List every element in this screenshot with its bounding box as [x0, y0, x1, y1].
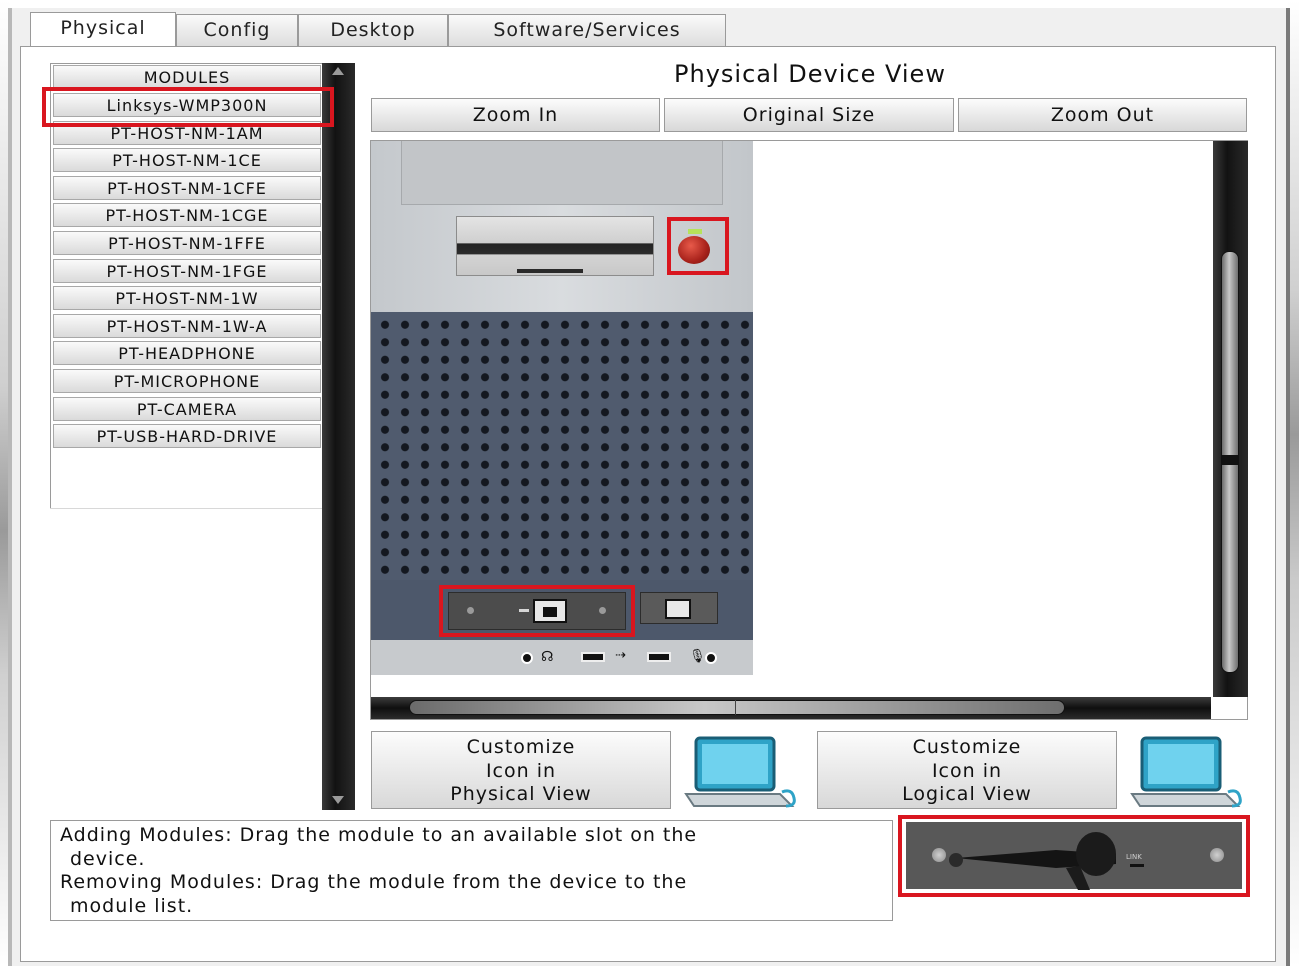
customize-physical-line3: Physical View: [450, 783, 592, 805]
module-item[interactable]: PT-HOST-NM-1W: [53, 286, 321, 311]
customize-logical-icon-button[interactable]: Customize Icon in Logical View: [817, 731, 1117, 809]
usb-port-icon: [647, 652, 671, 662]
customize-physical-line2: Icon in: [485, 759, 557, 782]
module-item[interactable]: PT-HEADPHONE: [53, 341, 321, 366]
tab-config[interactable]: Config: [176, 14, 298, 47]
microphone-icon: 🎙︎: [689, 649, 706, 664]
customize-physical-line1: Customize: [466, 736, 576, 758]
screw-icon: [1210, 848, 1224, 862]
io-strip: ☊ ⇢ 🎙︎: [371, 640, 753, 675]
ethernet-port-icon: [665, 599, 691, 619]
original-size-button[interactable]: Original Size: [664, 98, 954, 132]
tab-physical[interactable]: Physical: [30, 12, 176, 46]
usb-port-icon: [581, 652, 605, 662]
headphone-icon: ☊: [541, 649, 554, 665]
tab-software-services[interactable]: Software/Services: [448, 14, 726, 47]
module-list-empty-area: [50, 508, 322, 810]
drive-slot: [517, 269, 583, 273]
screw-icon: [932, 848, 946, 862]
logical-icon-preview-pc-icon: [1130, 734, 1248, 808]
zoom-in-button[interactable]: Zoom In: [371, 98, 660, 132]
secondary-port-slot[interactable]: [640, 592, 718, 624]
device-view-hscrollbar[interactable]: [371, 697, 1211, 719]
scroll-down-arrow-icon[interactable]: [332, 796, 344, 804]
scroll-up-arrow-icon[interactable]: [332, 67, 344, 75]
link-label: LINK: [1126, 853, 1142, 861]
module-list-scrollbar[interactable]: [322, 63, 355, 810]
hscroll-thumb[interactable]: [409, 700, 1065, 715]
help-line-adding: Adding Modules: Drag the module to an av…: [60, 824, 698, 846]
module-item[interactable]: PT-CAMERA: [53, 396, 321, 421]
module-item[interactable]: PT-HOST-NM-1CFE: [53, 175, 321, 200]
device-view-vscrollbar[interactable]: [1213, 141, 1248, 697]
chassis-vent: [371, 312, 753, 580]
module-list-header[interactable]: MODULES: [53, 65, 321, 89]
module-help-text: Adding Modules: Drag the module to an av…: [50, 820, 893, 921]
module-item[interactable]: PT-HOST-NM-1W-A: [53, 313, 321, 338]
customize-physical-icon-button[interactable]: Customize Icon in Physical View: [371, 731, 671, 809]
wireless-antenna-icon: [949, 832, 1116, 890]
module-item[interactable]: PT-HOST-NM-1CGE: [53, 203, 321, 228]
module-item[interactable]: PT-MICROPHONE: [53, 369, 321, 393]
mic-jack-icon: [705, 652, 717, 664]
tab-desktop[interactable]: Desktop: [298, 14, 448, 47]
customize-logical-line1: Customize: [912, 736, 1022, 758]
module-preview-image[interactable]: LINK: [906, 822, 1242, 890]
module-item[interactable]: PT-USB-HARD-DRIVE: [53, 424, 321, 449]
help-line-adding-cont: device.: [70, 847, 146, 870]
thumb-grip: [1221, 455, 1239, 465]
zoom-out-button[interactable]: Zoom Out: [958, 98, 1247, 132]
module-item[interactable]: PT-HOST-NM-1FGE: [53, 258, 321, 283]
module-item[interactable]: PT-HOST-NM-1CE: [53, 148, 321, 173]
link-led-icon: [1130, 864, 1144, 867]
floppy-drive: [456, 216, 654, 276]
module-highlight-box: [42, 87, 334, 127]
thumb-grip: [735, 700, 736, 715]
power-button-highlight-box: [667, 217, 729, 275]
physical-device-view-title: Physical Device View: [674, 60, 946, 88]
help-line-removing: Removing Modules: Drag the module from t…: [60, 871, 688, 893]
physical-icon-preview-pc-icon: [684, 734, 802, 808]
drive-bay: [401, 141, 723, 205]
audio-jack-icon: [521, 652, 533, 664]
customize-logical-line3: Logical View: [902, 783, 1032, 805]
network-slot-highlight-box: [439, 585, 635, 637]
help-line-removing-cont: module list.: [70, 894, 194, 917]
customize-logical-line2: Icon in: [931, 759, 1003, 782]
module-item[interactable]: PT-HOST-NM-1FFE: [53, 231, 321, 255]
usb-symbol-icon: ⇢: [615, 648, 626, 663]
